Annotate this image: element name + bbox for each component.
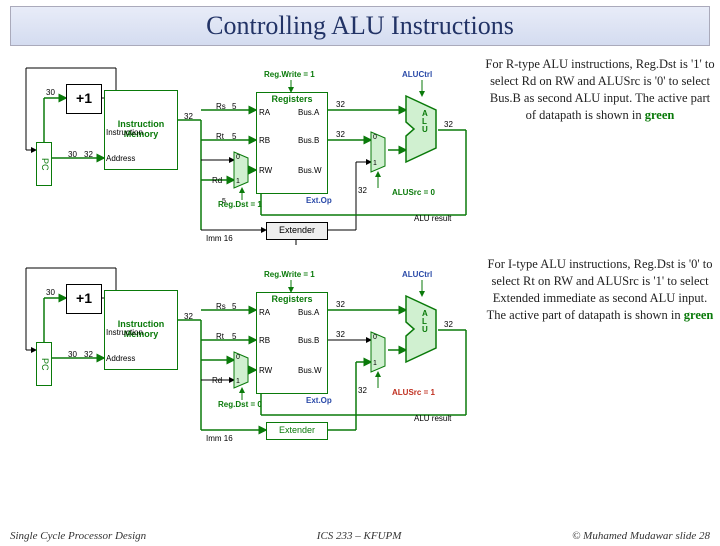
desc-i-type: For I-type ALU instructions, Reg.Dst is … [484, 256, 716, 324]
extender: Extender [266, 222, 328, 240]
aluctrl-label-i: ALUCtrl [402, 270, 432, 279]
desc-r-type: For R-type ALU instructions, Reg.Dst is … [484, 56, 716, 124]
footer-right: © Muhamed Mudawar slide 28 [572, 530, 710, 542]
rb-i: RB [259, 336, 270, 345]
rw-label: RW [259, 166, 272, 175]
bw-32b: 32 [184, 112, 193, 121]
registers-title-i: Registers [257, 295, 327, 305]
alusrc-mux-0: 0 [373, 134, 377, 141]
footer-mid: ICS 233 – KFUPM [317, 530, 402, 542]
bw-32c: 32 [336, 100, 345, 109]
bw-32e: 32 [358, 186, 367, 195]
page-title: Controlling ALU Instructions [11, 11, 709, 41]
pc-reg-i: PC [36, 342, 52, 386]
bw-30a: 30 [46, 88, 55, 97]
extender-i: Extender [266, 422, 328, 440]
adder-plus1-i: +1 [66, 284, 102, 314]
registers-title: Registers [257, 95, 327, 105]
regdst-label-i: Reg.Dst = 0 [218, 400, 262, 409]
ra-i: RA [259, 308, 270, 317]
address-label: Address [106, 154, 135, 163]
extop-label: Ext.Op [306, 196, 332, 205]
alusrc-mux-i-0: 0 [373, 334, 377, 341]
busa-label: Bus.A [298, 108, 319, 117]
alures-label: ALU result [414, 214, 451, 223]
pc-reg: PC [36, 142, 52, 186]
title-bar: Controlling ALU Instructions [10, 6, 710, 46]
rd-label: Rd [212, 176, 222, 185]
bw-5b: 5 [232, 132, 236, 141]
busa-i: Bus.A [298, 308, 319, 317]
bw-30b: 30 [68, 150, 77, 159]
rs-label: Rs [216, 102, 226, 111]
bw-5c: 5 [222, 198, 226, 205]
datapath-r: +1 PC Instruction Memory Instruction Add… [6, 50, 476, 250]
rt-label: Rt [216, 132, 224, 141]
alures-label-i: ALU result [414, 414, 451, 423]
ra-label: RA [259, 108, 270, 117]
bw-32f: 32 [444, 120, 453, 129]
busb-i: Bus.B [298, 336, 319, 345]
alu-label-i: A L U [422, 310, 428, 334]
alu-label: A L U [422, 110, 428, 134]
adder-plus1: +1 [66, 84, 102, 114]
diagram-r-type: +1 PC Instruction Memory Instruction Add… [6, 50, 714, 250]
bw-5a-i: 5 [232, 302, 236, 311]
regwrite-label-i: Reg.Write = 1 [264, 270, 315, 279]
bw-32e-i: 32 [358, 386, 367, 395]
busb-label: Bus.B [298, 136, 319, 145]
regdst-mux-1: 1 [236, 178, 240, 185]
datapath-i: +1 PC Instruction Memory Instruction Add… [6, 250, 476, 450]
rw-i: RW [259, 366, 272, 375]
rt-i: Rt [216, 332, 224, 341]
busw-label: Bus.W [298, 166, 322, 175]
bw-30b-i: 30 [68, 350, 77, 359]
bw-30a-i: 30 [46, 288, 55, 297]
bw-32b-i: 32 [184, 312, 193, 321]
alusrc-mux-i-1: 1 [373, 360, 377, 367]
bw-32d: 32 [336, 130, 345, 139]
footer-left: Single Cycle Processor Design [10, 530, 146, 542]
regdst-mux-0: 0 [236, 154, 240, 161]
alusrc-label-i: ALUSrc = 1 [392, 388, 435, 397]
address-label-i: Address [106, 354, 135, 363]
aluctrl-label: ALUCtrl [402, 70, 432, 79]
bw-32a: 32 [84, 150, 93, 159]
regwrite-label: Reg.Write = 1 [264, 70, 315, 79]
rb-label: RB [259, 136, 270, 145]
busw-i: Bus.W [298, 366, 322, 375]
extop-label-i: Ext.Op [306, 396, 332, 405]
bw-32a-i: 32 [84, 350, 93, 359]
bw-32d-i: 32 [336, 330, 345, 339]
footer: Single Cycle Processor Design ICS 233 – … [10, 530, 710, 542]
regdst-mux-i-0: 0 [236, 354, 240, 361]
bw-32c-i: 32 [336, 300, 345, 309]
imm16-label: Imm 16 [206, 234, 233, 243]
rs-i: Rs [216, 302, 226, 311]
alusrc-mux-1: 1 [373, 160, 377, 167]
bw-5a: 5 [232, 102, 236, 111]
bw-32f-i: 32 [444, 320, 453, 329]
instruction-label: Instruction [106, 128, 143, 137]
imm16-label-i: Imm 16 [206, 434, 233, 443]
alusrc-label: ALUSrc = 0 [392, 188, 435, 197]
regdst-mux-i-1: 1 [236, 378, 240, 385]
instruction-label-i: Instruction [106, 328, 143, 337]
diagram-i-type: +1 PC Instruction Memory Instruction Add… [6, 250, 714, 450]
bw-5b-i: 5 [232, 332, 236, 341]
rd-i: Rd [212, 376, 222, 385]
